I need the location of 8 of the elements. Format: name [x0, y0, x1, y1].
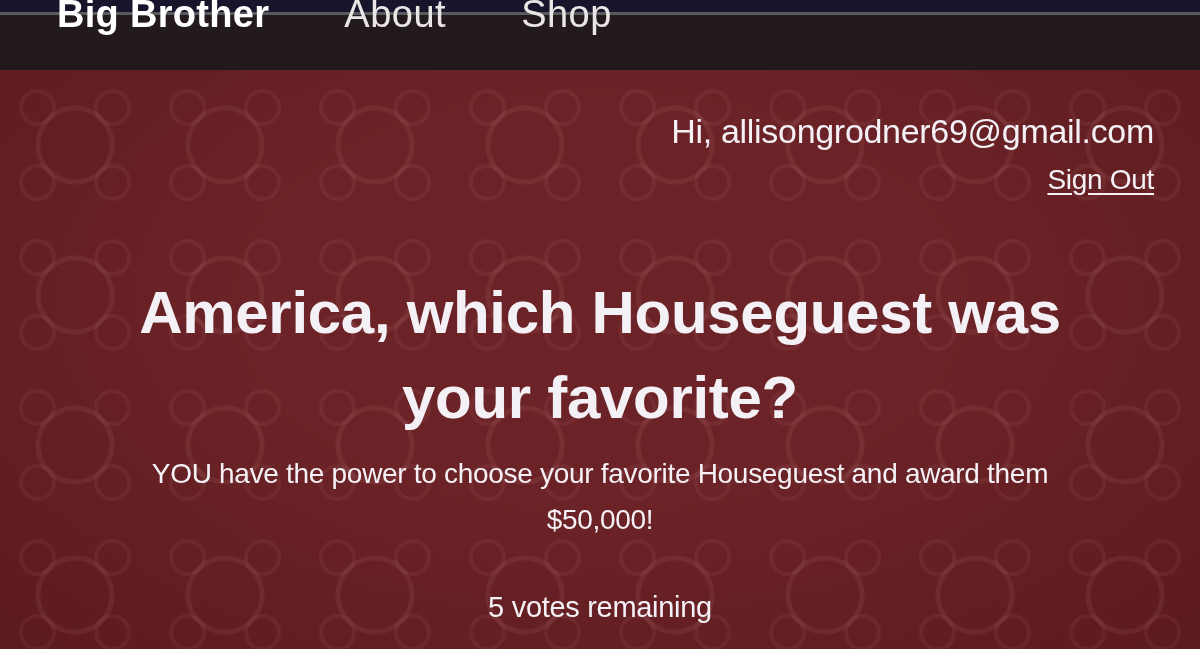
- nav-link[interactable]: Shop: [521, 0, 612, 38]
- poll-subtitle: YOU have the power to choose your favorite Houseguest and award them $50,000!: [150, 457, 1050, 537]
- votes-remaining-text: 5 votes remaining: [488, 590, 712, 625]
- sign-out-link[interactable]: Sign Out: [1047, 163, 1154, 197]
- site-title-link[interactable]: Big Brother: [57, 0, 270, 38]
- poll-heading: America, which Houseguest was your favorite?: [138, 278, 1062, 433]
- nav-link[interactable]: About: [344, 0, 447, 38]
- greeting-text: Hi, allisongrodner69@gmail.com: [671, 112, 1154, 150]
